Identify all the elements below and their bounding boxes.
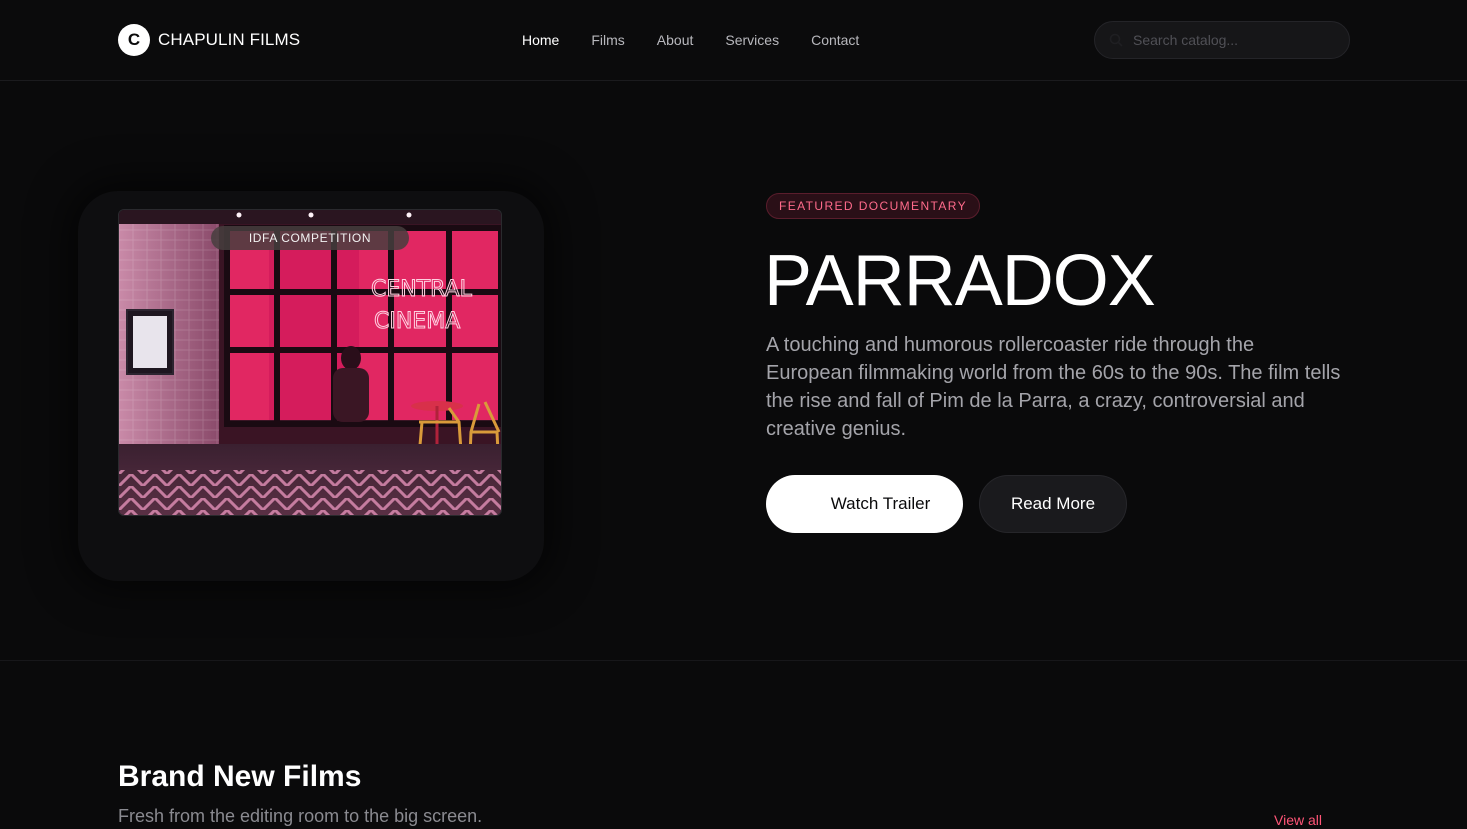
site-header: C CHAPULIN FILMS Home Films About Servic… [0, 0, 1467, 81]
watch-trailer-label: Watch Trailer [830, 494, 931, 513]
nav-item-about[interactable]: About [641, 29, 710, 51]
nav-item-films[interactable]: Films [575, 29, 640, 51]
neon-sign-line1: CENTRAL [371, 277, 473, 302]
section-title: Brand New Films [118, 760, 362, 793]
section-subtitle: Fresh from the editing room to the big s… [118, 806, 483, 826]
nav-item-home[interactable]: Home [506, 29, 575, 51]
play-icon [803, 497, 814, 511]
watch-trailer-button[interactable]: Watch Trailer [766, 475, 963, 533]
poster-badge: IDFA COMPETITION [211, 226, 409, 250]
main-nav: Home Films About Services Contact [506, 29, 875, 51]
featured-tag: FEATURED DOCUMENTARY [766, 193, 981, 219]
hero-title: PARRADOX [764, 241, 1156, 321]
poster-image: CENTRAL CINEMA [119, 210, 501, 515]
hero-section: CENTRAL CINEMA IDFA COMPETITION FEATURED… [0, 81, 1467, 661]
view-all-link[interactable]: View all [1274, 810, 1322, 829]
neon-sign-line2: CINEMA [374, 309, 460, 334]
featured-poster[interactable]: CENTRAL CINEMA IDFA COMPETITION [118, 209, 502, 516]
brand-name[interactable]: CHAPULIN FILMS [158, 30, 300, 50]
search-icon [1109, 33, 1123, 47]
nav-item-contact[interactable]: Contact [795, 29, 875, 51]
read-more-button[interactable]: Read More [979, 475, 1127, 533]
nav-item-services[interactable]: Services [709, 29, 795, 51]
brand[interactable]: C CHAPULIN FILMS [118, 24, 300, 56]
hero-description: A touching and humorous rollercoaster ri… [766, 334, 1341, 440]
search-box[interactable] [1094, 21, 1350, 59]
brand-logo[interactable]: C [118, 24, 150, 56]
search-input[interactable] [1133, 22, 1333, 58]
